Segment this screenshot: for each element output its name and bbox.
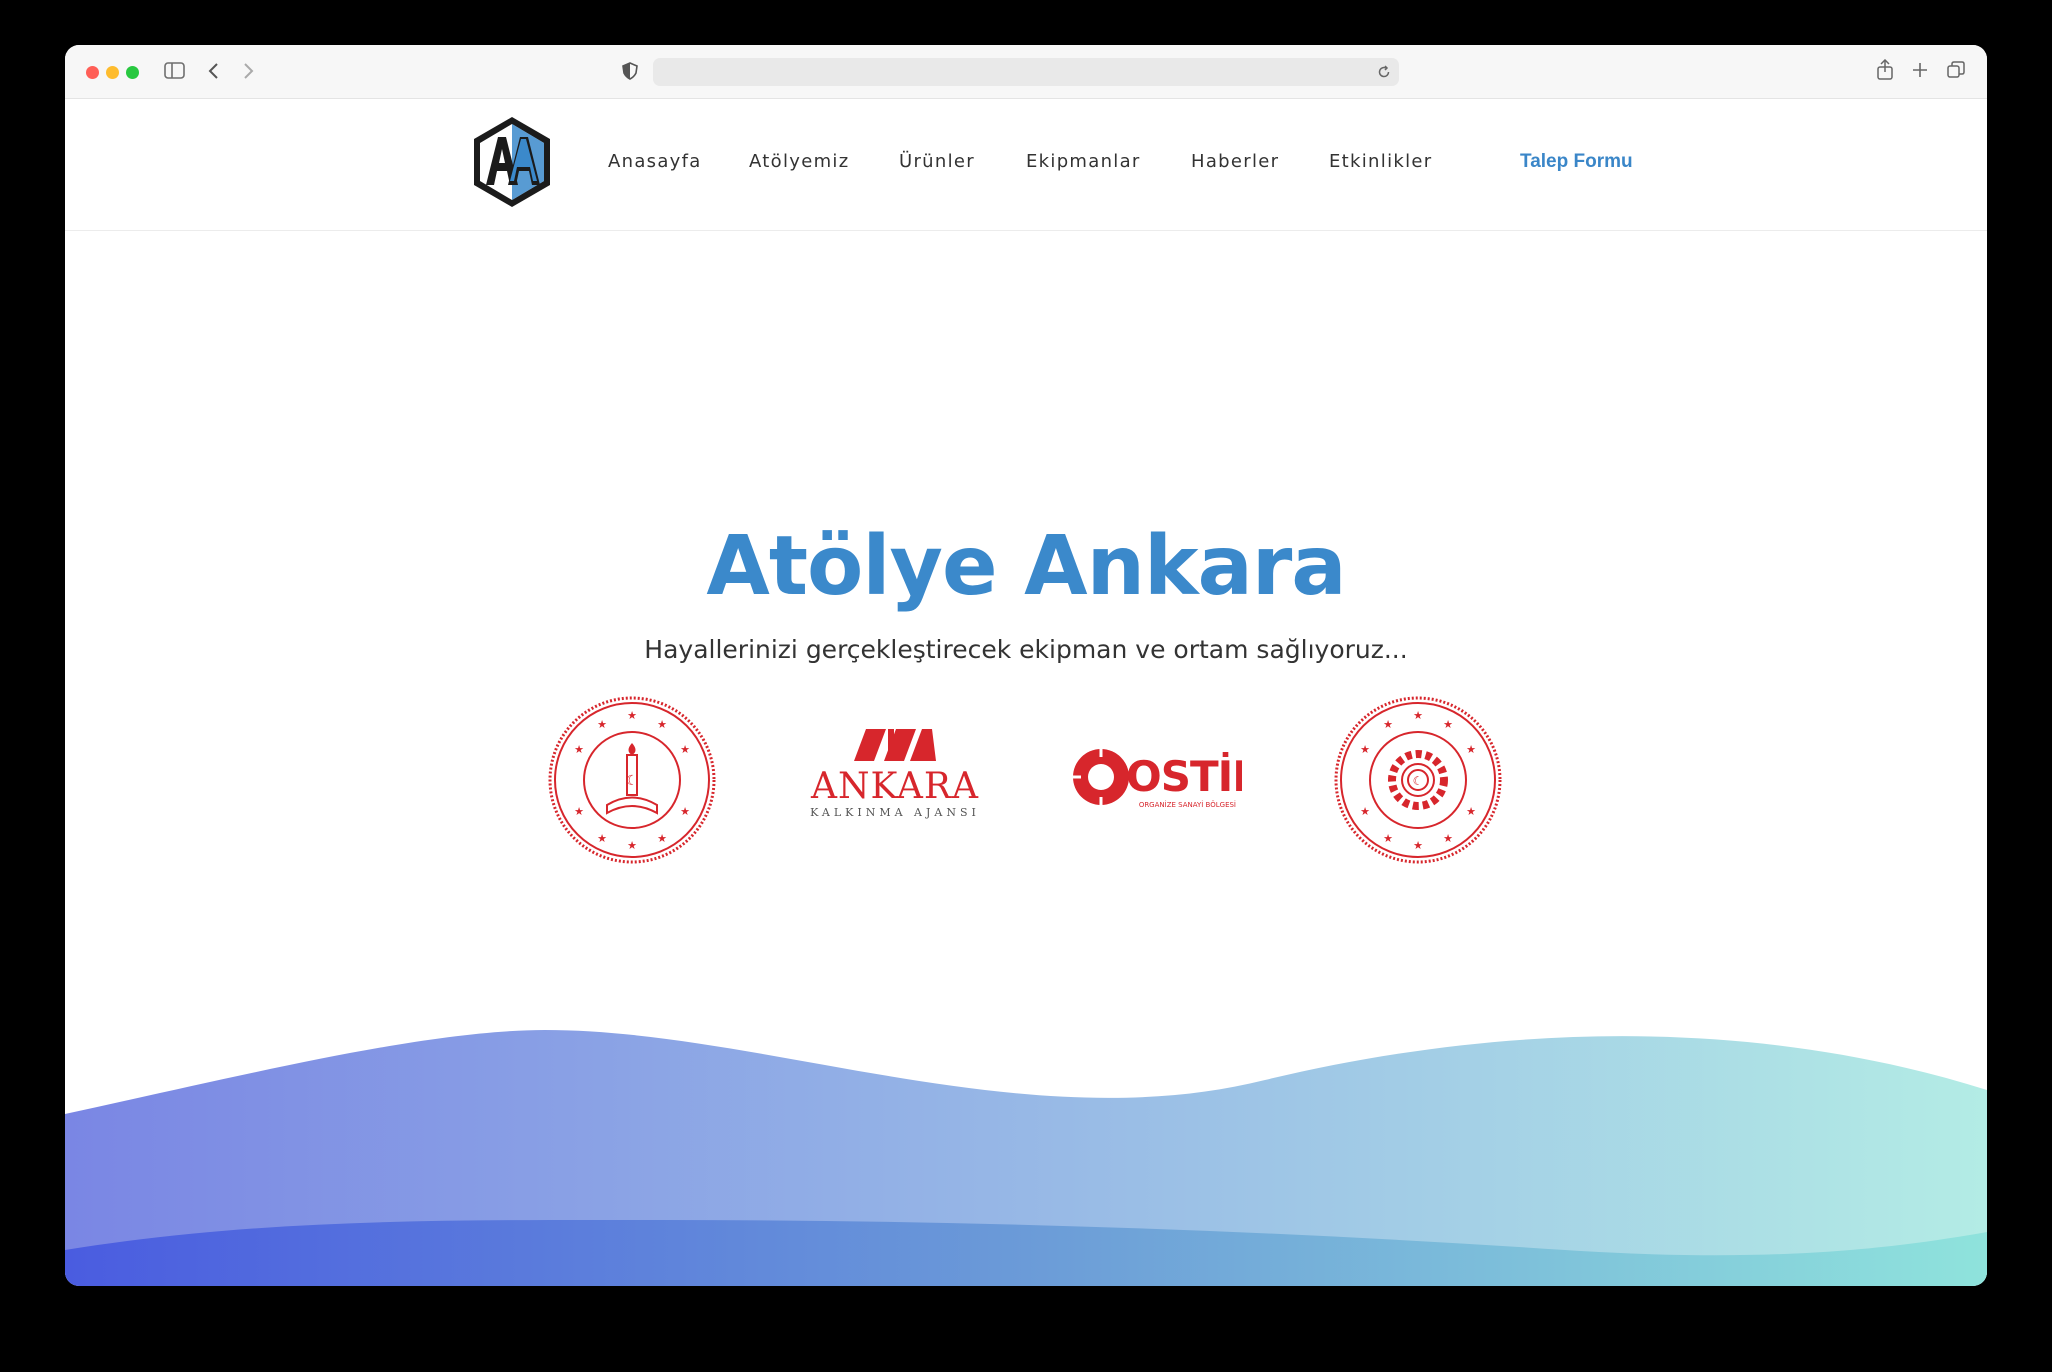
reload-icon[interactable] bbox=[1377, 65, 1391, 79]
hero-wave-decoration bbox=[65, 1030, 1987, 1286]
close-window-button[interactable] bbox=[86, 66, 99, 79]
address-bar[interactable] bbox=[653, 58, 1399, 86]
sidebar-icon[interactable] bbox=[164, 62, 186, 80]
hero-subtitle: Hayallerinizi gerçekleştirecek ekipman v… bbox=[644, 635, 1408, 664]
forward-icon[interactable] bbox=[241, 61, 255, 81]
browser-window: Anasayfa Atölyemiz Ürünler Ekipmanlar Ha… bbox=[65, 45, 1987, 1286]
svg-text:★: ★ bbox=[1466, 805, 1476, 818]
svg-text:★: ★ bbox=[657, 832, 667, 845]
ostim-subtext: ORGANİZE SANAYİ BÖLGESİ bbox=[1139, 800, 1236, 809]
atolye-ankara-logo[interactable] bbox=[470, 115, 554, 209]
svg-text:★: ★ bbox=[1360, 743, 1370, 756]
svg-text:★: ★ bbox=[1360, 805, 1370, 818]
milli-egitim-seal: ★ ★ ★ ★ ★ ★ ★ ★ ★ ★ ☾ bbox=[548, 696, 716, 864]
svg-text:★: ★ bbox=[597, 718, 607, 731]
svg-text:★: ★ bbox=[1443, 718, 1453, 731]
svg-text:★: ★ bbox=[1466, 743, 1476, 756]
maximize-window-button[interactable] bbox=[126, 66, 139, 79]
share-icon[interactable] bbox=[1876, 59, 1894, 81]
hero-title: Atölye Ankara bbox=[706, 519, 1346, 614]
browser-toolbar bbox=[65, 45, 1987, 99]
svg-text:★: ★ bbox=[1443, 832, 1453, 845]
nav-ekipmanlar[interactable]: Ekipmanlar bbox=[1026, 151, 1141, 172]
shield-icon bbox=[622, 62, 638, 80]
svg-text:★: ★ bbox=[657, 718, 667, 731]
ostim-wordmark: OSTİM bbox=[1126, 751, 1242, 801]
svg-text:★: ★ bbox=[680, 743, 690, 756]
svg-text:☾: ☾ bbox=[626, 773, 639, 789]
ostim-logo: OSTİM ORGANİZE SANAYİ BÖLGESİ bbox=[1071, 747, 1242, 809]
nav-anasayfa[interactable]: Anasayfa bbox=[608, 151, 702, 172]
nav-haberler[interactable]: Haberler bbox=[1191, 151, 1279, 172]
svg-text:★: ★ bbox=[627, 709, 637, 722]
svg-text:★: ★ bbox=[1413, 839, 1423, 852]
svg-text:★: ★ bbox=[627, 839, 637, 852]
new-tab-icon[interactable] bbox=[1912, 62, 1928, 78]
nav-talep-formu[interactable]: Talep Formu bbox=[1520, 151, 1633, 173]
svg-text:☾: ☾ bbox=[1413, 774, 1424, 788]
svg-text:★: ★ bbox=[1413, 709, 1423, 722]
ankara-kalkinma-ajansi-logo: ANKARA KALKINMA AJANSI bbox=[810, 729, 980, 819]
site-header: Anasayfa Atölyemiz Ürünler Ekipmanlar Ha… bbox=[65, 99, 1987, 231]
svg-text:★: ★ bbox=[680, 805, 690, 818]
svg-text:★: ★ bbox=[574, 805, 584, 818]
svg-text:★: ★ bbox=[1383, 718, 1393, 731]
ankara-wordmark: ANKARA bbox=[810, 766, 979, 807]
svg-text:★: ★ bbox=[574, 743, 584, 756]
tabs-overview-icon[interactable] bbox=[1947, 61, 1965, 79]
sanayi-teknoloji-seal: ★ ★ ★ ★ ★ ★ ★ ★ ★ ★ ☾ bbox=[1334, 696, 1502, 864]
nav-urunler[interactable]: Ürünler bbox=[899, 151, 975, 172]
nav-atolyemiz[interactable]: Atölyemiz bbox=[749, 151, 849, 172]
svg-text:★: ★ bbox=[1383, 832, 1393, 845]
minimize-window-button[interactable] bbox=[106, 66, 119, 79]
nav-etkinlikler[interactable]: Etkinlikler bbox=[1329, 151, 1432, 172]
svg-text:★: ★ bbox=[597, 832, 607, 845]
ankara-subtext: KALKINMA AJANSI bbox=[810, 806, 980, 819]
back-icon[interactable] bbox=[207, 61, 221, 81]
